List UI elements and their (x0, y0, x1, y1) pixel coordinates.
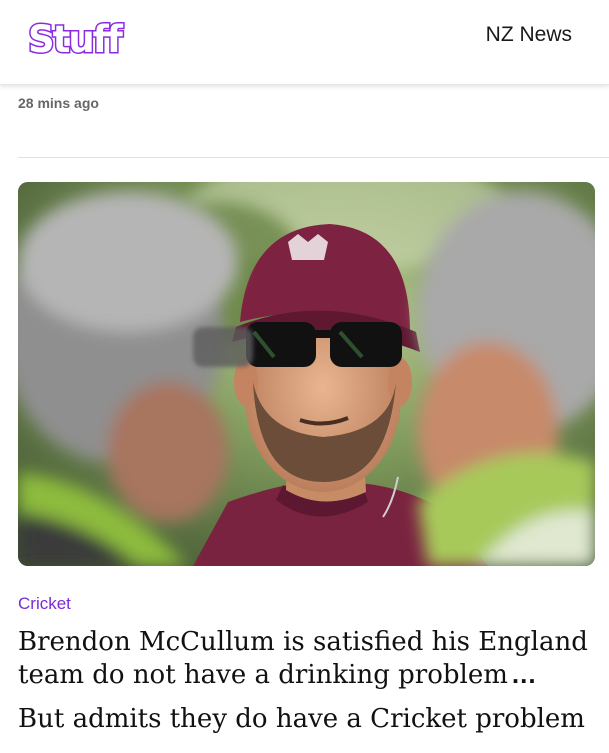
article-headline[interactable]: Brendon McCullum is satisfied his Englan… (18, 626, 603, 691)
article-hero-image[interactable] (18, 182, 595, 566)
divider (18, 157, 609, 158)
nz-news-link[interactable]: NZ News (486, 22, 572, 48)
article-subheadline: But admits they do have a Cricket proble… (18, 704, 585, 734)
category-link-cricket[interactable]: Cricket (18, 594, 71, 614)
article-timestamp: 28 mins ago (18, 95, 99, 111)
stuff-logo[interactable]: Stuff (27, 17, 125, 63)
headline-text[interactable]: Brendon McCullum is satisfied his Englan… (18, 627, 588, 690)
site-header: Stuff NZ News (0, 0, 609, 85)
headline-ellipsis: ... (511, 659, 537, 689)
